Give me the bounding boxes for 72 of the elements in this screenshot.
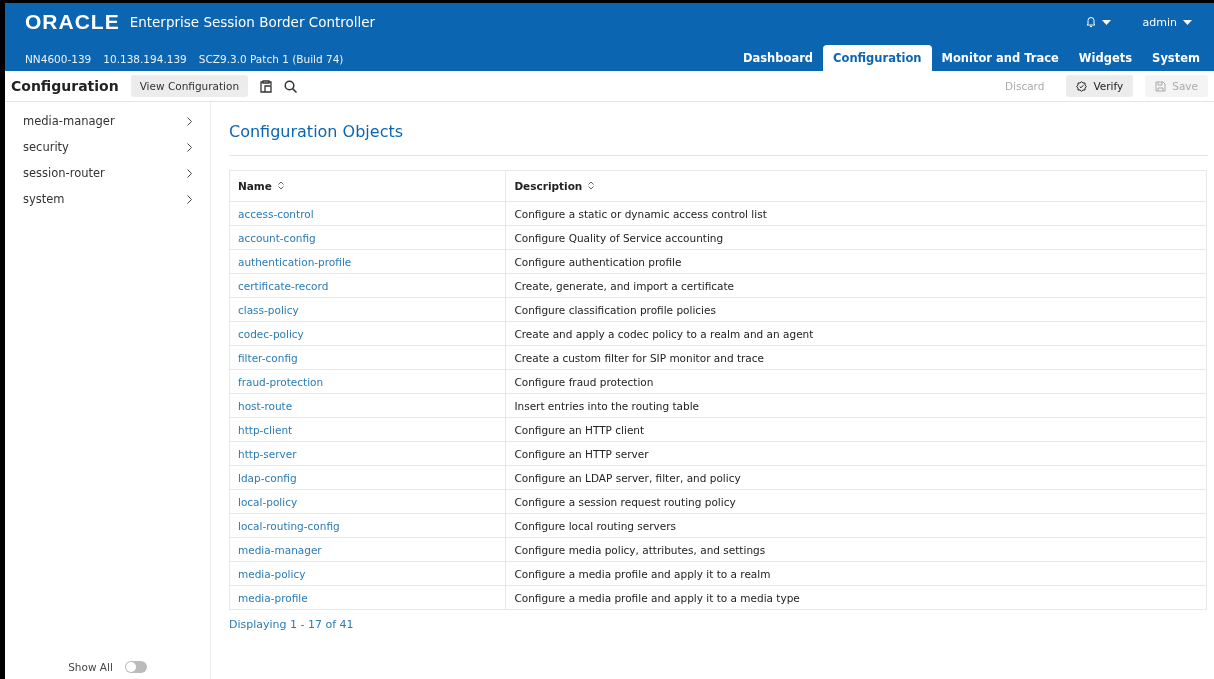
chevron-right-icon	[187, 142, 192, 152]
nav-tab[interactable]: Monitor and Trace	[931, 45, 1069, 71]
table-cell: Configure a session request routing policy	[505, 489, 1207, 514]
table-cell: Configure a media profile and apply it to a realm	[505, 561, 1207, 586]
sort-icon[interactable]	[588, 181, 595, 190]
object-link[interactable]: local-policy	[238, 495, 298, 508]
product-name: Enterprise Session Border Controller	[129, 14, 376, 30]
object-link[interactable]: media-policy	[238, 567, 306, 580]
section-title: Configuration Objects	[229, 110, 1208, 156]
user-menu[interactable]: admin	[1142, 15, 1192, 29]
table-cell: Configure an HTTP client	[505, 417, 1207, 442]
caret-icon	[1183, 19, 1192, 25]
object-link[interactable]: authentication-profile	[238, 255, 352, 268]
object-link[interactable]: host-route	[238, 399, 293, 412]
device-info: SCZ9.3.0 Patch 1 (Build 74)	[198, 53, 344, 65]
show-all-toggle[interactable]	[124, 661, 147, 673]
object-link[interactable]: filter-config	[238, 351, 298, 364]
table-cell: Create, generate, and import a certificate	[505, 273, 1207, 298]
object-link[interactable]: local-routing-config	[238, 519, 340, 532]
notifications-menu[interactable]	[1085, 16, 1111, 28]
object-link[interactable]: http-client	[238, 423, 293, 436]
object-link[interactable]: media-profile	[238, 591, 308, 604]
device-info: 10.138.194.139	[103, 53, 187, 65]
nav-tab[interactable]: Widgets	[1068, 45, 1143, 71]
table-cell: Insert entries into the routing table	[505, 393, 1207, 418]
object-link[interactable]: ldap-config	[238, 471, 297, 484]
object-link[interactable]: http-server	[238, 447, 297, 460]
object-link[interactable]: fraud-protection	[238, 375, 324, 388]
object-link[interactable]: class-policy	[238, 303, 299, 316]
sidebar-item[interactable]: media-manager	[5, 108, 210, 134]
table-cell: Configure a static or dynamic access control list	[505, 201, 1207, 226]
pagination-status: Displaying 1 - 17 of 41	[229, 617, 355, 631]
search-icon[interactable]	[284, 79, 298, 93]
view-configuration-button[interactable]: View Configuration	[130, 75, 249, 97]
verify-button[interactable]: Verify	[1066, 75, 1134, 97]
column-header[interactable]: Name	[229, 170, 506, 202]
caret-icon	[1101, 19, 1111, 25]
show-all-label: Show All	[68, 661, 113, 673]
object-link[interactable]: media-manager	[238, 543, 322, 556]
device-info: NN4600-139	[25, 53, 92, 65]
table-cell: Configure an HTTP server	[505, 441, 1207, 466]
nav-tab[interactable]: Configuration	[823, 45, 932, 71]
chevron-right-icon	[187, 116, 192, 126]
table-cell: Configure authentication profile	[505, 249, 1207, 274]
table-cell: Configure local routing servers	[505, 513, 1207, 538]
object-link[interactable]: account-config	[238, 231, 316, 244]
table-cell: Configure an LDAP server, filter, and policy	[505, 465, 1207, 490]
bell-icon	[1085, 16, 1096, 28]
table-cell: Create and apply a codec policy to a realm and an agent	[505, 321, 1207, 346]
nav-tab[interactable]: Dashboard	[732, 45, 824, 71]
table-cell: Configure fraud protection	[505, 369, 1207, 394]
object-link[interactable]: access-control	[238, 207, 314, 220]
object-link[interactable]: codec-policy	[238, 327, 304, 340]
save-icon	[1155, 80, 1167, 92]
sidebar-item[interactable]: system	[5, 186, 210, 212]
sort-icon[interactable]	[277, 181, 284, 190]
column-header[interactable]: Description	[505, 170, 1207, 202]
table-cell: Create a custom filter for SIP monitor and trace	[505, 345, 1207, 370]
table-cell: Configure a media profile and apply it to a media type	[505, 585, 1207, 610]
object-link[interactable]: certificate-record	[238, 279, 329, 292]
clipboard-icon[interactable]	[260, 79, 273, 93]
page-title: Configuration	[11, 78, 119, 94]
table-cell: Configure classification profile policies	[505, 297, 1207, 322]
sidebar-item[interactable]: session-router	[5, 160, 210, 186]
table-cell: Configure media policy, attributes, and settings	[505, 537, 1207, 562]
sidebar-item[interactable]: security	[5, 134, 210, 160]
logo: ORACLE	[25, 10, 120, 34]
table-cell: Configure Quality of Service accounting	[505, 225, 1207, 250]
chevron-right-icon	[187, 168, 192, 178]
check-badge-icon	[1076, 80, 1088, 92]
nav-tab[interactable]: System	[1142, 45, 1210, 71]
chevron-right-icon	[187, 194, 192, 204]
